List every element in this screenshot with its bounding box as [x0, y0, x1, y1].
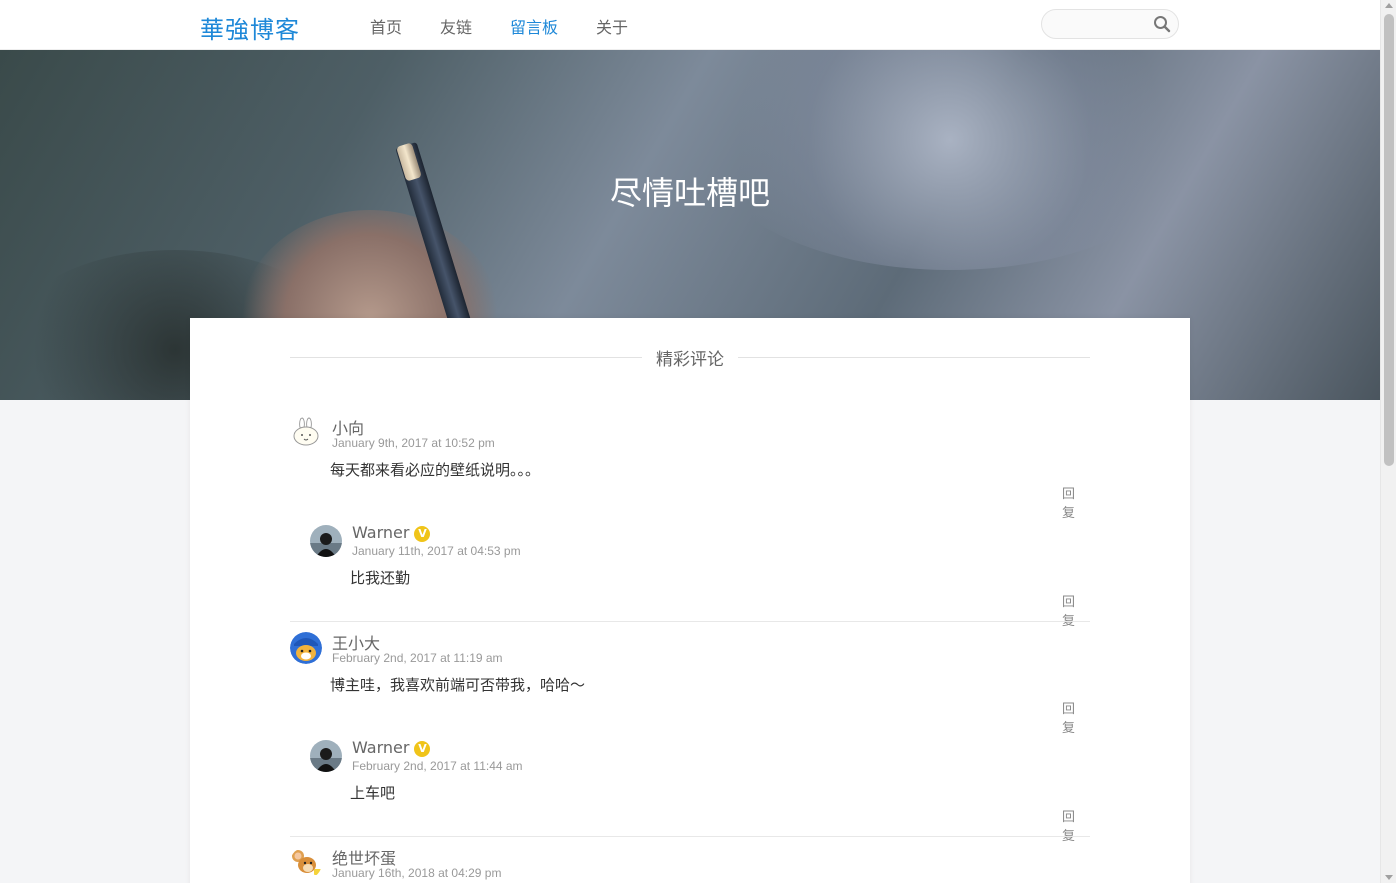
reply-button[interactable]: 回复 — [1062, 483, 1075, 521]
dog-avatar[interactable] — [290, 632, 322, 664]
top-header: 華強博客 首页 友链 留言板 关于 — [0, 0, 1380, 50]
scroll-up-arrow-icon[interactable] — [1385, 3, 1393, 8]
scrollbar-thumb[interactable] — [1384, 14, 1394, 466]
banner-title: 尽情吐槽吧 — [609, 174, 770, 212]
verified-badge-icon: V — [414, 741, 431, 757]
mouse-avatar[interactable] — [290, 847, 322, 879]
search-input[interactable] — [1052, 14, 1152, 34]
person-avatar[interactable] — [310, 525, 342, 557]
comment-date: February 2nd, 2017 at 11:19 am — [332, 651, 503, 665]
comment-author[interactable]: Warner — [352, 738, 409, 757]
comment-text: 上车吧 — [350, 784, 396, 802]
comment-author[interactable]: Warner — [352, 523, 409, 542]
comment-author-line: Warner V — [352, 523, 431, 542]
verified-badge-icon: V — [414, 526, 431, 542]
reply-button[interactable]: 回复 — [1062, 591, 1075, 629]
comment-date: January 11th, 2017 at 04:53 pm — [352, 544, 521, 558]
scroll-down-arrow-icon[interactable] — [1385, 875, 1393, 880]
comment-author-line: Warner V — [352, 738, 431, 757]
search-box — [1041, 9, 1179, 39]
comment-text: 每天都来看必应的壁纸说明。。。 — [330, 461, 541, 479]
nav-guestbook[interactable]: 留言板 — [510, 14, 558, 38]
reply-button[interactable]: 回复 — [1062, 806, 1075, 844]
rabbit-avatar[interactable] — [290, 417, 322, 449]
comments-card: 精彩评论 小向 January 9th, 2017 at 10:52 pm 每天… — [190, 318, 1190, 883]
nav-links[interactable]: 友链 — [440, 14, 472, 38]
heading-divider-right — [738, 357, 1090, 358]
comment-date: February 2nd, 2017 at 11:44 am — [352, 759, 523, 773]
comment-text: 博主哇，我喜欢前端可否带我，哈哈～ — [330, 676, 586, 694]
comment-date: January 9th, 2017 at 10:52 pm — [332, 436, 495, 450]
person-avatar[interactable] — [310, 740, 342, 772]
site-logo[interactable]: 華強博客 — [200, 10, 300, 45]
comment-divider — [290, 836, 1090, 837]
banner-image-shirt — [700, 50, 1200, 270]
comment-date: January 16th, 2018 at 04:29 pm — [332, 866, 502, 880]
nav-home[interactable]: 首页 — [370, 14, 402, 38]
comment-divider — [290, 621, 1090, 622]
reply-button[interactable]: 回复 — [1062, 698, 1075, 736]
section-heading: 精彩评论 — [290, 345, 1090, 370]
main-nav: 首页 友链 留言板 关于 — [370, 14, 666, 38]
search-icon[interactable] — [1153, 15, 1171, 33]
nav-about[interactable]: 关于 — [596, 14, 628, 38]
comment-text: 比我还勤 — [350, 569, 411, 587]
page-scrollbar[interactable] — [1380, 0, 1396, 883]
